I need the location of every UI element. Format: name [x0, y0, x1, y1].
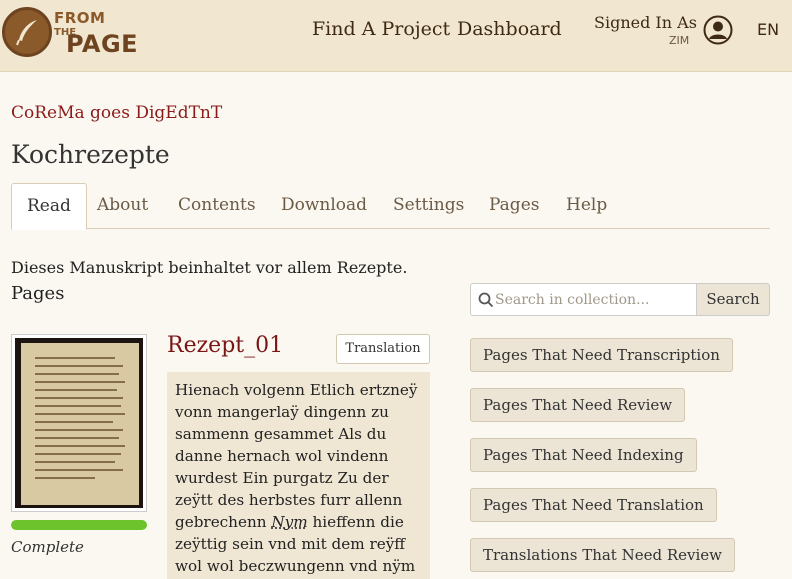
page-excerpt: Hienach volgenn Etlich ertzneÿ vonn mang… [167, 372, 430, 579]
signed-in-user[interactable]: ZIM [669, 34, 689, 47]
excerpt-text: Hienach volgenn Etlich ertzneÿ vonn mang… [175, 381, 417, 531]
page-thumbnail[interactable] [11, 334, 147, 512]
logo-from: FROM [54, 9, 105, 27]
user-avatar-icon[interactable] [703, 15, 733, 45]
tab-settings[interactable]: Settings [378, 183, 479, 229]
collection-link[interactable]: CoReMa goes DigEdTnT [11, 103, 222, 123]
search-button[interactable]: Search [696, 283, 770, 316]
tab-help[interactable]: Help [551, 183, 622, 229]
translation-button[interactable]: Translation [336, 334, 430, 364]
pages-need-translation-button[interactable]: Pages That Need Translation [470, 488, 717, 522]
pages-need-review-button[interactable]: Pages That Need Review [470, 388, 685, 422]
header: FROM THE PAGE Find A Project Dashboard S… [0, 0, 792, 72]
nav-find-a-project[interactable]: Find A Project [312, 18, 450, 40]
collection-search-field[interactable] [470, 283, 697, 316]
quill-icon [2, 7, 52, 57]
pages-heading: Pages [11, 283, 64, 304]
tab-read[interactable]: Read [11, 183, 87, 230]
signed-in-label[interactable]: Signed In As [594, 13, 697, 32]
tab-contents[interactable]: Contents [163, 183, 271, 229]
search-icon [478, 292, 494, 308]
work-description: Dieses Manuskript beinhaltet vor allem R… [11, 258, 407, 277]
pages-need-indexing-button[interactable]: Pages That Need Indexing [470, 438, 697, 472]
work-title: Kochrezepte [11, 140, 170, 169]
translations-need-review-button[interactable]: Translations That Need Review [470, 538, 735, 572]
excerpt-subject-link[interactable]: Nym [271, 513, 307, 531]
tab-pages[interactable]: Pages [474, 183, 554, 229]
fromthepage-logo[interactable]: FROM THE PAGE [2, 5, 152, 60]
pages-need-transcription-button[interactable]: Pages That Need Transcription [470, 338, 733, 372]
page-progress-bar [11, 520, 147, 530]
search-input[interactable] [495, 288, 691, 312]
nav-dashboard[interactable]: Dashboard [457, 18, 562, 40]
page-title-link[interactable]: Rezept_01 [167, 333, 283, 358]
manuscript-image [15, 338, 143, 508]
logo-page: PAGE [66, 30, 138, 58]
work-tabs: Read About Contents Download Settings Pa… [11, 183, 770, 229]
language-selector[interactable]: EN [757, 20, 779, 39]
tab-about[interactable]: About [82, 183, 163, 229]
page-status: Complete [11, 538, 84, 556]
tab-download[interactable]: Download [266, 183, 382, 229]
